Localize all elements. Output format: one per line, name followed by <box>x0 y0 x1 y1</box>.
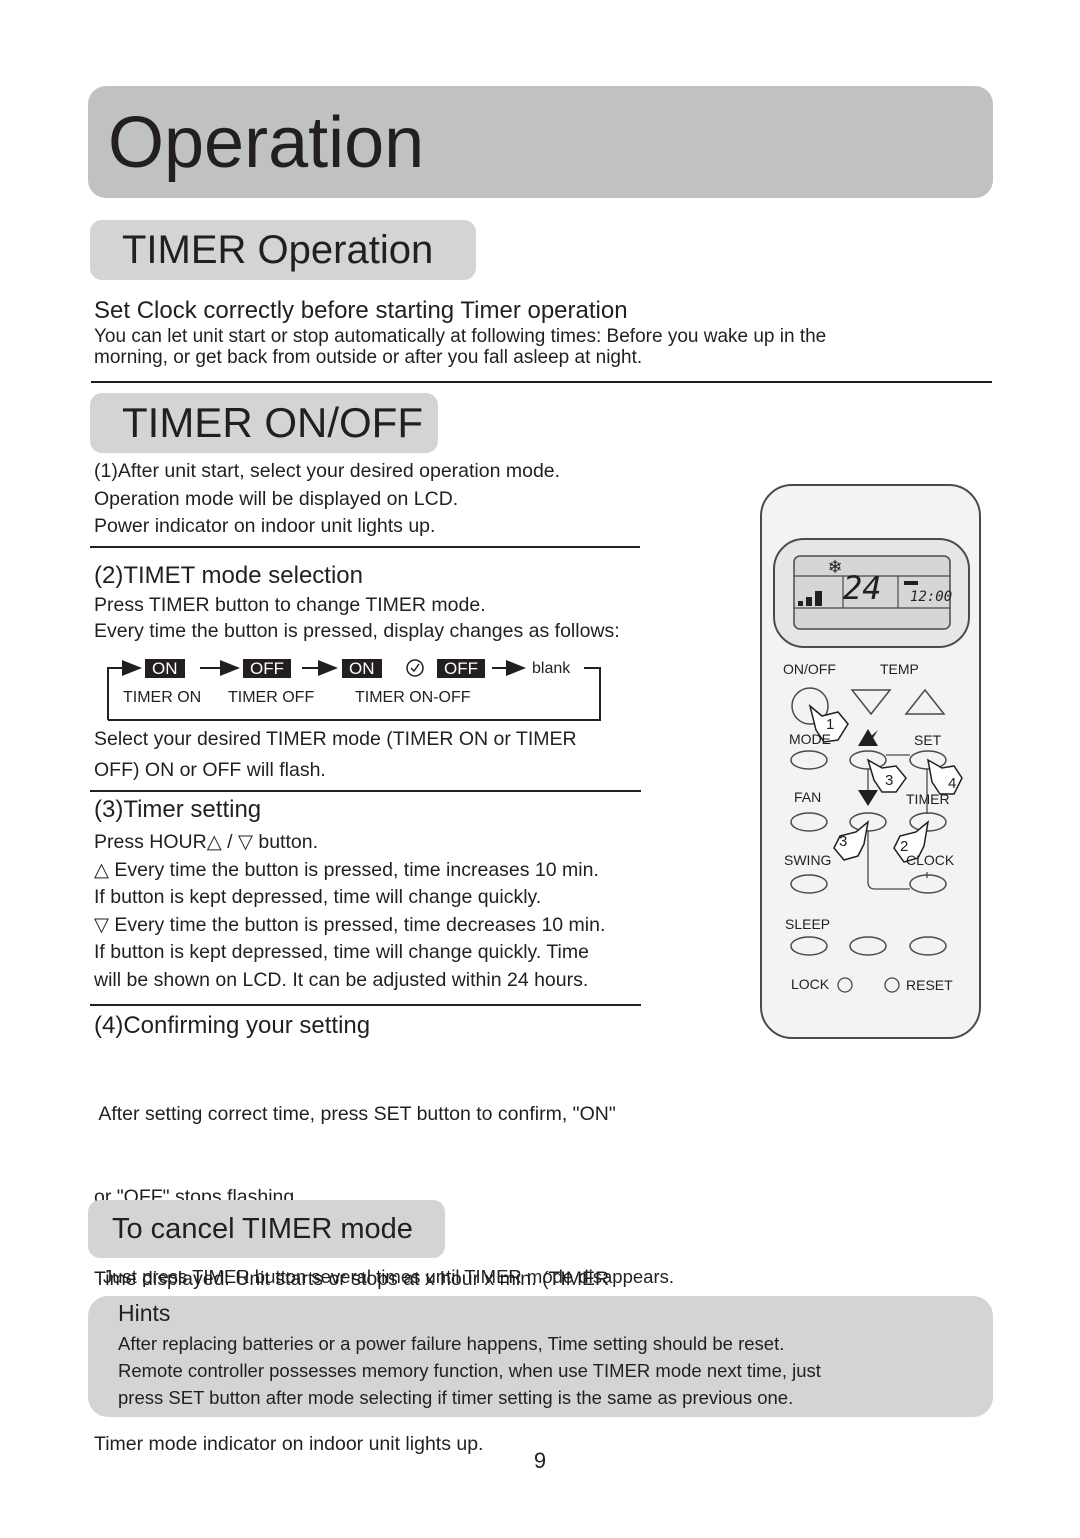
temp-up-button <box>904 688 946 715</box>
chip-on: ON <box>145 659 185 678</box>
divider <box>90 546 640 548</box>
chip-off: OFF <box>437 659 485 678</box>
timer-indicator <box>904 581 918 585</box>
remote-label-fan: FAN <box>794 789 822 805</box>
step3-title: (3)Timer setting <box>94 796 262 823</box>
step-marker: 2 <box>900 838 909 855</box>
flow-label-timer-on-off: TIMER ON-OFF <box>355 689 471 706</box>
chip-on: ON <box>342 659 382 678</box>
step-marker: 3 <box>839 833 848 850</box>
hour-down-indicator <box>858 790 878 806</box>
remote-label-mode: MODE <box>789 731 831 747</box>
clock-icon <box>406 659 424 677</box>
flow-chip-on: ON <box>145 659 185 679</box>
separator: / <box>221 831 238 853</box>
remote-label-swing: SWING <box>784 852 832 868</box>
fan-button <box>790 812 828 832</box>
step-marker: 4 <box>948 775 957 792</box>
triangle-up-icon: △ <box>206 831 222 853</box>
step1-line: (1)After unit start, select your desired… <box>94 460 561 482</box>
step2-line: Press TIMER button to change TIMER mode. <box>94 594 486 616</box>
step3-line: If button is kept depressed, time will c… <box>94 886 542 908</box>
down-text: Every time the button is pressed, time d… <box>109 913 606 936</box>
flow-chip-on-2: ON <box>342 659 382 679</box>
timer-on-off-heading: TIMER ON/OFF <box>122 399 423 446</box>
cancel-timer-text: Just press TIMER button several times un… <box>103 1266 674 1287</box>
mode-button <box>790 750 828 770</box>
flow-label-timer-on: TIMER ON <box>123 689 202 706</box>
blank-button <box>909 936 947 956</box>
set-clock-subheading: Set Clock correctly before starting Time… <box>94 297 628 324</box>
remote-graphics: ❄ <box>773 538 970 993</box>
step3-line: If button is kept depressed, time will c… <box>94 941 589 963</box>
lock-button <box>837 977 853 993</box>
remote-label-clock: CLOCK <box>906 852 955 868</box>
remote-label-reset: RESET <box>906 977 953 993</box>
triangle-down-icon: ▽ <box>94 913 109 936</box>
up-text: Every time the button is pressed, time i… <box>109 858 599 881</box>
flow-blank-label: blank <box>532 660 571 677</box>
chip-off: OFF <box>243 659 291 678</box>
hints-line: After replacing batteries or a power fai… <box>118 1333 785 1354</box>
step3-line: will be shown on LCD. It can be adjusted… <box>94 968 589 991</box>
divider <box>90 790 641 792</box>
step1-line: Power indicator on indoor unit lights up… <box>94 515 436 537</box>
hints-text: After replacing batteries or a power fai… <box>118 1330 821 1411</box>
clock-button <box>909 874 947 894</box>
step3-press-line: Press HOUR△ / ▽ button. <box>94 829 605 857</box>
flow-label-timer-off: TIMER OFF <box>228 689 315 706</box>
cancel-timer-heading: To cancel TIMER mode <box>112 1213 413 1245</box>
divider <box>90 1004 641 1006</box>
remote-label-sleep: SLEEP <box>785 916 831 932</box>
step2-after-line: Select your desired TIMER mode (TIMER ON… <box>94 728 577 750</box>
flow-chip-off-2: OFF <box>437 659 485 679</box>
lcd-temperature: 24 <box>843 569 882 607</box>
step4-line: After setting correct time, press SET bu… <box>94 1103 616 1125</box>
reset-button <box>884 977 900 993</box>
step1-text: (1)After unit start, select your desired… <box>94 458 560 541</box>
sleep-button <box>790 936 828 956</box>
flow-chip-off: OFF <box>243 659 291 679</box>
lcd-clock: 12:00 <box>910 589 953 605</box>
step2-after-text: Select your desired TIMER mode (TIMER ON… <box>94 724 577 786</box>
press-hour-text: Press HOUR <box>94 831 207 853</box>
remote-label-timer: TIMER <box>906 791 950 807</box>
remote-label-lock: LOCK <box>791 976 830 992</box>
triangle-down-icon: ▽ <box>237 831 253 853</box>
swing-button <box>790 874 828 894</box>
divider <box>91 381 992 383</box>
remote-label-set: SET <box>914 732 942 748</box>
step2-line: Every time the button is pressed, displa… <box>94 620 620 642</box>
blank-button <box>849 936 887 956</box>
hour-up-indicator <box>858 729 878 746</box>
hints-title: Hints <box>118 1300 171 1326</box>
intro-line-1: You can let unit start or stop automatic… <box>94 326 827 347</box>
intro-line-2: morning, or get back from outside or aft… <box>94 347 643 368</box>
triangle-up-icon: △ <box>94 858 109 881</box>
remote-label-on-off: ON/OFF <box>783 661 836 677</box>
step2-after-line: OFF) ON or OFF will flash. <box>94 759 326 781</box>
remote-label-temp: TEMP <box>880 661 919 677</box>
step-marker: 3 <box>885 772 894 789</box>
button-text: button. <box>252 831 319 853</box>
step3-down-line: ▽ Every time the button is pressed, time… <box>94 912 605 940</box>
timer-operation-heading: TIMER Operation <box>122 228 434 272</box>
temp-down-button <box>850 689 892 716</box>
step2-text: Press TIMER button to change TIMER mode.… <box>94 592 620 644</box>
step1-line: Operation mode will be displayed on LCD. <box>94 487 459 510</box>
hints-line: press SET button after mode selecting if… <box>118 1387 794 1408</box>
page-number: 9 <box>533 1448 547 1473</box>
step3-up-line: △ Every time the button is pressed, time… <box>94 857 605 885</box>
step3-text: Press HOUR△ / ▽ button. △ Every time the… <box>94 829 605 994</box>
page-title: Operation <box>108 103 425 183</box>
step-marker: 1 <box>826 716 835 733</box>
step2-title: (2)TIMET mode selection <box>94 562 363 589</box>
hints-line: Remote controller possesses memory funct… <box>118 1360 821 1381</box>
step4-title: (4)Confirming your setting <box>94 1012 371 1039</box>
snowflake-icon: ❄ <box>827 557 842 577</box>
